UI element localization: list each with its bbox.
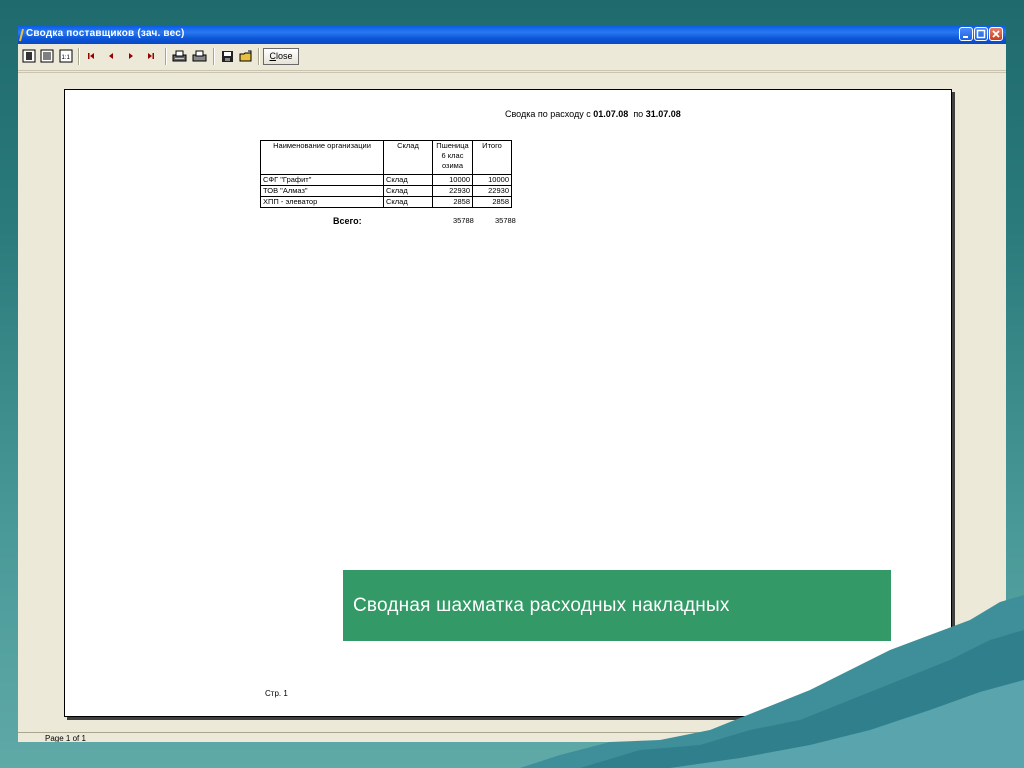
open-button[interactable] <box>238 48 254 64</box>
warehouse-cell: Склад <box>383 174 433 186</box>
save-icon <box>221 50 233 62</box>
wheat-cell: 2858 <box>432 196 473 208</box>
window-title: Сводка поставщиков (зач. вес) <box>26 28 185 39</box>
column-header: Пшеница 6 клас озима <box>432 140 473 175</box>
last-page-button[interactable] <box>144 48 158 64</box>
status-page-text: Page 1 of 1 <box>45 734 86 742</box>
wheat-cell: 22930 <box>432 185 473 197</box>
column-header: Склад <box>383 140 433 175</box>
minimize-icon <box>963 36 968 38</box>
close-icon <box>992 30 1000 38</box>
table-row: ХПП - элеватор Склад 2858 2858 <box>260 196 512 208</box>
warehouse-cell: Склад <box>383 185 433 197</box>
whole-page-icon <box>22 49 36 63</box>
prev-page-button[interactable] <box>104 48 118 64</box>
report-table: Наименование организации Склад Пшеница 6… <box>260 140 512 208</box>
report-date-from: 01.07.08 <box>593 109 629 119</box>
close-window-button[interactable] <box>989 27 1003 41</box>
svg-text:1:1: 1:1 <box>62 55 71 61</box>
first-page-button[interactable] <box>84 48 98 64</box>
maximize-icon <box>976 29 986 39</box>
next-page-icon <box>129 53 133 59</box>
zoom-100-icon: 1:1 <box>59 49 73 63</box>
report-title-mid: по <box>633 109 644 119</box>
wheat-cell: 10000 <box>432 174 473 186</box>
maximize-button[interactable] <box>974 27 988 41</box>
column-header: Итого <box>472 140 512 175</box>
app-icon <box>19 28 24 42</box>
title-bar: Сводка поставщиков (зач. вес) <box>18 26 1006 44</box>
total-cell: 10000 <box>472 174 512 186</box>
page-width-icon <box>40 49 54 63</box>
slide-caption: Сводная шахматка расходных накладных <box>343 570 891 641</box>
open-icon <box>239 50 252 61</box>
zoom-100-button[interactable]: 1:1 <box>58 48 74 64</box>
next-page-button[interactable] <box>124 48 138 64</box>
print-icon <box>192 50 207 62</box>
last-page-icon <box>148 53 154 59</box>
page-width-button[interactable] <box>39 48 55 64</box>
table-header-row: Наименование организации Склад Пшеница 6… <box>260 140 512 175</box>
close-button[interactable]: Close <box>263 48 299 65</box>
warehouse-cell: Склад <box>383 196 433 208</box>
grand-total-sum: 35788 <box>495 216 516 225</box>
report-date-to: 31.07.08 <box>645 109 681 119</box>
print-setup-icon <box>172 50 187 62</box>
save-button[interactable] <box>219 48 235 64</box>
column-header: Наименование организации <box>260 140 384 175</box>
toolbar: 1:1 Close <box>18 44 1006 71</box>
print-button[interactable] <box>191 48 208 64</box>
grand-total-label: Всего: <box>333 216 362 226</box>
minimize-button[interactable] <box>959 27 973 41</box>
report-title-prefix: Сводка по расходу с <box>505 109 591 119</box>
first-page-icon <box>88 53 94 59</box>
organization-cell: СФГ "Графит" <box>260 174 384 186</box>
print-setup-button[interactable] <box>171 48 188 64</box>
close-button-label: lose <box>275 51 293 61</box>
page-number: Стр. 1 <box>265 689 288 698</box>
table-row: СФГ "Графит" Склад 10000 10000 <box>260 174 512 186</box>
whole-page-button[interactable] <box>21 48 37 64</box>
prev-page-icon <box>109 53 113 59</box>
table-row: ТОВ "Алмаз" Склад 22930 22930 <box>260 185 512 197</box>
report-title: Сводка по расходу с 01.07.08 по 31.07.08 <box>505 109 681 119</box>
total-cell: 2858 <box>472 196 512 208</box>
organization-cell: ТОВ "Алмаз" <box>260 185 384 197</box>
grand-total-wheat: 35788 <box>453 216 474 225</box>
organization-cell: ХПП - элеватор <box>260 196 384 208</box>
total-cell: 22930 <box>472 185 512 197</box>
